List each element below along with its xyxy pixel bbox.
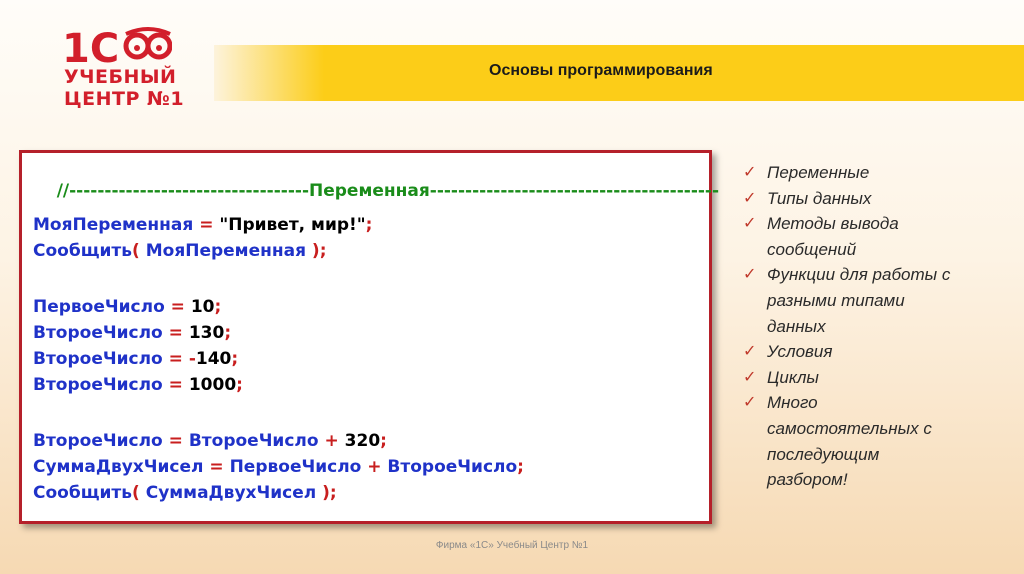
list-item: ✓ Методы вывода сообщений bbox=[743, 211, 1013, 262]
title-bar: Основы программирования bbox=[214, 45, 1024, 101]
code-line-var-assign: МояПеременная = "Привет, мир!"; bbox=[33, 215, 372, 235]
logo-text-line1: УЧЕБНЫЙ bbox=[64, 66, 177, 88]
logo: 1C УЧЕБНЫЙ ЦЕНТР №1 bbox=[62, 26, 184, 116]
var-name: ВтороеЧисло bbox=[387, 457, 518, 477]
semicolon: ; bbox=[231, 349, 239, 369]
list-item: ✓ Типы данных bbox=[743, 186, 1013, 212]
var-name: ВтороеЧисло bbox=[188, 431, 319, 451]
check-icon: ✓ bbox=[743, 368, 757, 386]
code-line-second-number-3: ВтороеЧисло = 1000; bbox=[33, 375, 243, 395]
paren-open: ( bbox=[132, 241, 146, 261]
check-icon: ✓ bbox=[743, 215, 757, 233]
code-line-message: Сообщить( МояПеременная ); bbox=[33, 241, 327, 261]
number-literal: 10 bbox=[190, 297, 215, 317]
plus-operator: + bbox=[361, 457, 388, 477]
semicolon: ; bbox=[236, 375, 243, 395]
code-listing: //----------------------------------Пере… bbox=[19, 150, 719, 524]
list-item: ✓ Много самостоятельных с последующим разбор… bbox=[743, 390, 1013, 492]
operator: = bbox=[203, 457, 230, 477]
semicolon: ; bbox=[380, 431, 387, 451]
check-icon: ✓ bbox=[743, 164, 757, 181]
number-literal: 140 bbox=[195, 349, 232, 369]
function-name: Сообщить bbox=[33, 241, 133, 261]
string-literal: "Привет, мир!" bbox=[219, 215, 366, 235]
list-item: ✓ Функции для работы с разными типами данны… bbox=[743, 262, 1013, 339]
code-line-add: ВтороеЧисло = ВтороеЧисло + 320; bbox=[33, 431, 387, 451]
check-icon: ✓ bbox=[743, 343, 757, 361]
var-name: МояПеременная bbox=[33, 215, 194, 235]
semicolon: ; bbox=[214, 297, 222, 317]
semicolon: ; bbox=[224, 323, 232, 343]
number-literal: 320 bbox=[344, 431, 381, 451]
logo-mark-icon: 1C bbox=[62, 26, 172, 66]
plus-operator: + bbox=[318, 431, 345, 451]
function-name: Сообщить bbox=[33, 483, 133, 503]
code-line-second-number-2: ВтороеЧисло = -140; bbox=[33, 349, 238, 369]
check-icon: ✓ bbox=[743, 189, 757, 207]
code-line-message-sum: Сообщить( СуммаДвухЧисел ); bbox=[33, 483, 337, 503]
operator: = bbox=[162, 431, 189, 451]
comment-text: //----------------------------------Пере… bbox=[56, 181, 720, 201]
svg-text:1C: 1C bbox=[62, 26, 119, 66]
list-item: ✓ Условия bbox=[743, 339, 1013, 365]
paren-open: ( bbox=[132, 483, 146, 503]
semicolon: ; bbox=[517, 457, 524, 477]
list-item: ✓ Переменные bbox=[743, 160, 1013, 186]
topics-list: ✓ Переменные ✓ Типы данных ✓ Методы вывода с… bbox=[743, 160, 1013, 493]
code-line-first-number: ПервоеЧисло = 10; bbox=[33, 297, 221, 317]
function-arg: МояПеременная bbox=[145, 241, 306, 261]
var-name: ВтороеЧисло bbox=[33, 431, 163, 451]
page-title: Основы программирования bbox=[489, 62, 713, 79]
operator: = bbox=[162, 323, 189, 343]
list-item: ✓ Циклы bbox=[743, 365, 1013, 391]
check-icon: ✓ bbox=[743, 266, 757, 284]
semicolon: ; bbox=[365, 215, 373, 235]
footer-text: Фирма «1С» Учебный Центр №1 bbox=[435, 540, 589, 551]
paren-close: ); bbox=[306, 241, 327, 261]
operator: = bbox=[162, 375, 189, 395]
code-line-sum: СуммаДвухЧисел = ПервоеЧисло + ВтороеЧис… bbox=[33, 457, 524, 477]
minus-sign: - bbox=[188, 349, 196, 369]
number-literal: 1000 bbox=[188, 375, 237, 395]
number-literal: 130 bbox=[188, 323, 225, 343]
var-name: ВтороеЧисло bbox=[33, 375, 163, 395]
var-name: ВтороеЧисло bbox=[33, 323, 163, 343]
paren-close: ); bbox=[316, 483, 337, 503]
function-arg: СуммаДвухЧисел bbox=[145, 483, 317, 503]
var-name: ПервоеЧисло bbox=[33, 297, 165, 317]
var-name: СуммаДвухЧисел bbox=[33, 457, 204, 477]
operator: = bbox=[193, 215, 220, 235]
check-icon: ✓ bbox=[743, 394, 757, 412]
code-comment-line: //----------------------------------Пере… bbox=[33, 161, 719, 221]
logo-text-line2: ЦЕНТР №1 bbox=[64, 88, 185, 110]
operator: = bbox=[162, 349, 189, 369]
var-name: ВтороеЧисло bbox=[33, 349, 163, 369]
code-line-second-number-1: ВтороеЧисло = 130; bbox=[33, 323, 231, 343]
var-name: ПервоеЧисло bbox=[229, 457, 362, 477]
operator: = bbox=[164, 297, 191, 317]
